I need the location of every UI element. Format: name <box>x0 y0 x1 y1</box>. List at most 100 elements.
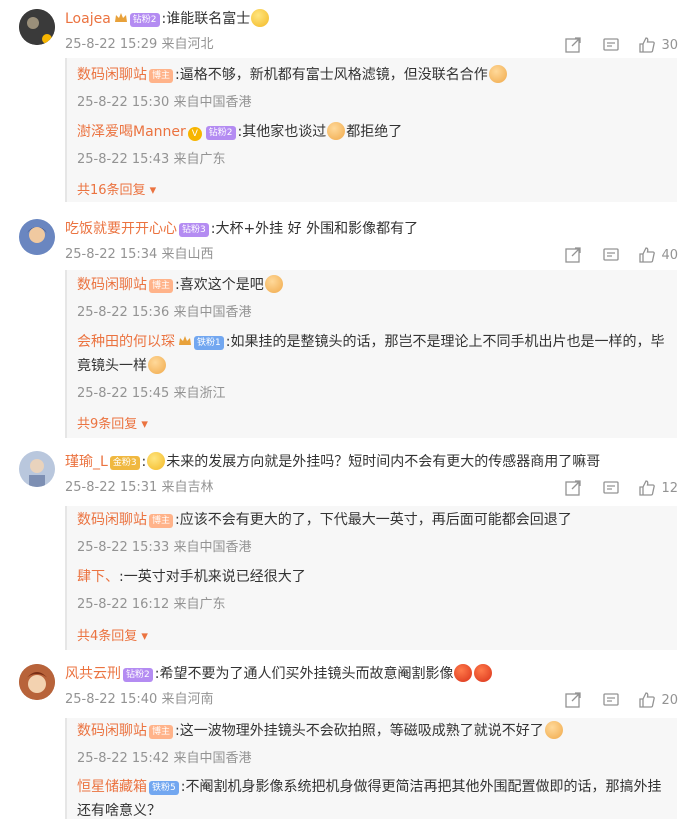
location: 来自中国香港 <box>173 540 252 555</box>
share-icon[interactable] <box>564 691 582 709</box>
username[interactable]: 数码闲聊站 <box>77 277 147 293</box>
timestamp: 25-8-22 15:29 <box>65 37 158 52</box>
location: 来自河南 <box>161 692 214 707</box>
emoji-icon <box>148 356 166 374</box>
fan-badge: 金粉3 <box>109 456 140 470</box>
reply-meta: 25-8-22 15:42 来自中国香港 <box>77 747 252 766</box>
username[interactable]: 吃饭就要开开心心 <box>65 221 177 237</box>
like-button[interactable]: 30 <box>638 36 678 54</box>
fan-badge: 铁粉1 <box>194 336 224 350</box>
username[interactable]: 数码闲聊站 <box>77 723 147 739</box>
location: 来自浙江 <box>173 386 226 401</box>
username[interactable]: 数码闲聊站 <box>77 67 147 83</box>
comment-actions: 12 <box>564 478 678 498</box>
reply-meta: 25-8-22 15:30 来自中国香港 <box>77 91 252 110</box>
username[interactable]: 瑾瑜_L <box>65 454 108 470</box>
avatar[interactable] <box>19 219 55 255</box>
username[interactable]: 风共云刑 <box>65 666 121 682</box>
username[interactable]: 会种田的何以琛 <box>77 334 175 350</box>
emoji-icon <box>147 452 166 470</box>
reply-item: 数码闲聊站 博主:喜欢这个是吧 <box>77 274 284 296</box>
like-button[interactable]: 20 <box>638 691 678 709</box>
location: 来自山西 <box>161 247 214 262</box>
author-tag: 博主 <box>149 725 174 739</box>
like-count: 40 <box>661 247 678 263</box>
like-button[interactable]: 12 <box>638 479 678 497</box>
location: 来自中国香港 <box>173 751 252 766</box>
share-icon[interactable] <box>564 479 582 497</box>
emoji-icon <box>251 9 270 27</box>
reply-item: 会种田的何以琛 铁粉1:如果挂的是整镜头的话，那岂不是理论上不同手机出片也是一样的… <box>77 330 667 378</box>
reply-meta: 25-8-22 15:45 来自浙江 <box>77 382 226 401</box>
share-icon[interactable] <box>564 36 582 54</box>
comment-meta: 25-8-22 15:40 来自河南 <box>65 690 214 710</box>
username[interactable]: 肆下、 <box>77 569 119 585</box>
thumb-up-icon <box>639 247 656 263</box>
fan-badge: 钻粉2 <box>129 13 160 27</box>
reply-item: 恒星储藏箱 铁粉5:不阉割机身影像系统把机身做得更简洁再把其他外围配置做即的话，那… <box>77 775 667 819</box>
timestamp: 25-8-22 15:36 <box>77 305 170 320</box>
comment-meta: 25-8-22 15:31 来自吉林 <box>65 478 214 498</box>
reply-text: :逼格不够，新机都有富士风格滤镜，但没联名合作 <box>175 67 488 83</box>
reply-text-tail: 都拒绝了 <box>346 124 403 140</box>
like-button[interactable]: 40 <box>638 246 678 264</box>
comment-line: 瑾瑜_L 金粉3: 未来的发展方向就是外挂吗？短时间内不会有更大的传感器商用了嘛哥 <box>65 452 601 470</box>
share-icon[interactable] <box>564 246 582 264</box>
author-tag: 博主 <box>149 279 174 293</box>
reply-meta: 25-8-22 15:43 来自广东 <box>77 148 226 167</box>
username[interactable]: 数码闲聊站 <box>77 512 147 528</box>
reply-meta: 25-8-22 16:12 来自广东 <box>77 593 226 612</box>
username[interactable]: 恒星储藏箱 <box>77 779 147 795</box>
emoji-icon <box>327 122 346 140</box>
reply-text: :一英寸对手机来说已经很大了 <box>119 569 306 585</box>
like-count: 20 <box>661 692 678 708</box>
comment-text: :大杯+外挂 好 外围和影像都有了 <box>210 221 419 237</box>
verified-icon: V <box>187 127 202 141</box>
timestamp: 25-8-22 15:42 <box>77 751 170 766</box>
like-count: 30 <box>661 37 678 53</box>
emoji-icon <box>488 65 507 83</box>
comment-meta: 25-8-22 15:29 来自河北 <box>65 35 214 55</box>
avatar[interactable] <box>19 451 55 487</box>
username[interactable]: 澍泽爱喝Manner <box>77 124 186 140</box>
thumb-up-icon <box>639 480 656 496</box>
fan-badge: 铁粉5 <box>149 781 179 795</box>
crown-icon <box>179 336 191 345</box>
reply-list: 数码闲聊站 博主:喜欢这个是吧 25-8-22 15:36 来自中国香港 会种田的… <box>65 270 677 438</box>
reply-text: :应该不会有更大的了，下代最大一英寸，再后面可能都会回退了 <box>175 512 572 528</box>
emoji-icon <box>264 275 283 293</box>
timestamp: 25-8-22 15:31 <box>65 480 158 495</box>
more-replies-link[interactable]: 共16条回复 ▾ <box>77 179 156 198</box>
comment-meta: 25-8-22 15:34 来自山西 <box>65 245 214 265</box>
emoji-icon <box>474 664 493 682</box>
thumb-up-icon <box>639 37 656 53</box>
comment-text: :希望不要为了通人们买外挂镜头而故意阉割影像 <box>154 666 454 682</box>
username[interactable]: Loajea <box>65 11 111 27</box>
comment-icon[interactable] <box>602 479 620 497</box>
fan-badge: 钻粉3 <box>179 223 209 237</box>
like-count: 12 <box>661 480 678 496</box>
thumb-up-icon <box>639 692 656 708</box>
emoji-icon <box>544 721 563 739</box>
avatar[interactable] <box>19 664 55 700</box>
avatar[interactable] <box>19 9 55 45</box>
timestamp: 25-8-22 15:33 <box>77 540 170 555</box>
comment-line: 吃饭就要开开心心 钻粉3:大杯+外挂 好 外围和影像都有了 <box>65 218 418 240</box>
location: 来自中国香港 <box>173 305 252 320</box>
comment-actions: 20 <box>564 690 678 710</box>
timestamp: 25-8-22 15:45 <box>77 386 170 401</box>
comment-icon[interactable] <box>602 691 620 709</box>
more-replies-link[interactable]: 共9条回复 ▾ <box>77 413 148 432</box>
comment-icon[interactable] <box>602 36 620 54</box>
comment-actions: 30 <box>564 35 678 55</box>
more-replies-link[interactable]: 共4条回复 ▾ <box>77 625 148 644</box>
fan-badge: 钻粉2 <box>123 668 153 682</box>
location: 来自中国香港 <box>173 95 252 110</box>
reply-list: 数码闲聊站 博主:逼格不够，新机都有富士风格滤镜，但没联名合作 25-8-22 1… <box>65 58 677 202</box>
comment-icon[interactable] <box>602 246 620 264</box>
author-tag: 博主 <box>149 514 174 528</box>
timestamp: 25-8-22 15:43 <box>77 152 170 167</box>
emoji-icon <box>454 664 473 682</box>
crown-icon <box>114 13 127 22</box>
author-tag: 博主 <box>149 69 174 83</box>
